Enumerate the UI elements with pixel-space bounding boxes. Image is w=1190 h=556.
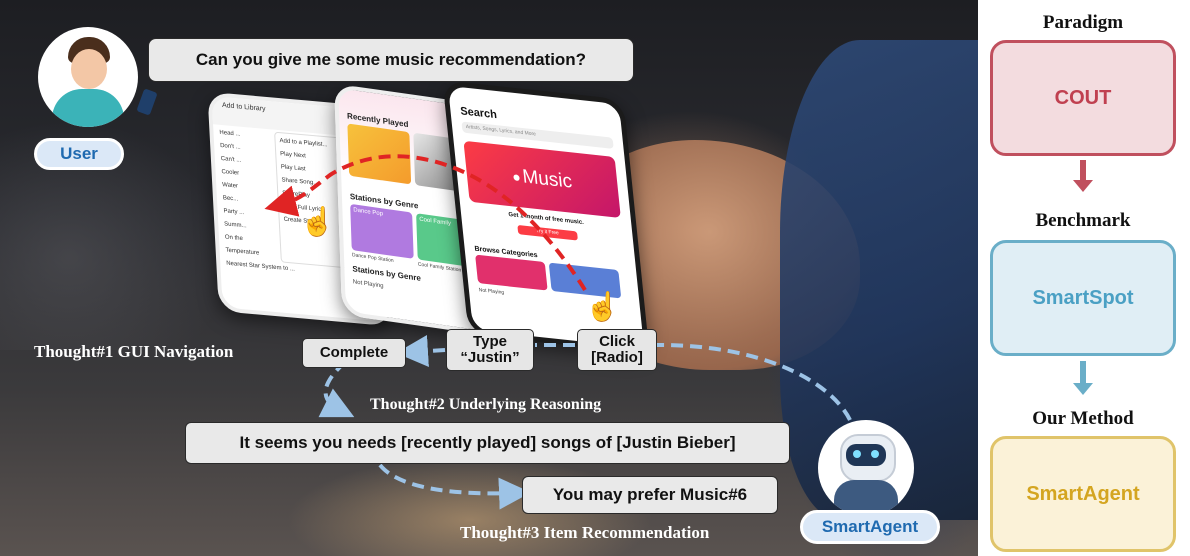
paradigm-arrow-shaft — [1080, 160, 1086, 180]
robot-visor — [846, 444, 886, 466]
user-body — [52, 89, 124, 127]
cout-box: COUT — [990, 40, 1176, 156]
paradigm-arrow-head — [1073, 180, 1093, 192]
cout-label: COUT — [1054, 86, 1112, 109]
smartagent-box: SmartAgent — [990, 436, 1176, 552]
tap-hand-icon: ☝ — [300, 206, 335, 237]
recommendation-bubble: You may prefer Music#6 — [522, 476, 778, 514]
robot-eye-left — [853, 450, 861, 458]
scene-panel: Add to Library Head ... Don't ... Can't … — [0, 0, 978, 556]
benchmark-arrow-shaft — [1080, 361, 1086, 383]
recommendation-flow-path — [378, 463, 531, 510]
type-action-box: Type “Justin” — [446, 329, 534, 371]
smartagent-label: SmartAgent — [1026, 482, 1140, 505]
paradigm-title: Paradigm — [1042, 12, 1124, 33]
thought-2-label: Thought#2 Underlying Reasoning — [370, 396, 602, 413]
thought-3-label: Thought#3 Item Recommendation — [460, 523, 710, 542]
user-label: User — [34, 138, 124, 170]
robot-eye-right — [871, 450, 879, 458]
user-question-bubble: Can you give me some music recommendatio… — [148, 38, 634, 82]
action-flow-path-3 — [396, 335, 446, 368]
tap-hand-icon: ☝ — [585, 291, 620, 322]
benchmark-arrow-head — [1073, 383, 1093, 395]
method-title: Our Method — [1032, 408, 1134, 429]
user-avatar — [38, 27, 138, 127]
reasoning-flow-path — [318, 360, 355, 418]
click-action-box: Click [Radio] — [577, 329, 657, 371]
thought-1-label: Thought#1 GUI Navigation — [34, 342, 234, 361]
agent-avatar — [818, 420, 914, 516]
reasoning-bubble: It seems you needs [recently played] son… — [185, 422, 790, 464]
benchmark-title: Benchmark — [1035, 210, 1131, 231]
complete-action-box: Complete — [302, 338, 406, 368]
user-face — [71, 49, 107, 89]
smartspot-label: SmartSpot — [1032, 286, 1134, 309]
smartspot-box: SmartSpot — [990, 240, 1176, 356]
agent-label: SmartAgent — [800, 510, 940, 544]
